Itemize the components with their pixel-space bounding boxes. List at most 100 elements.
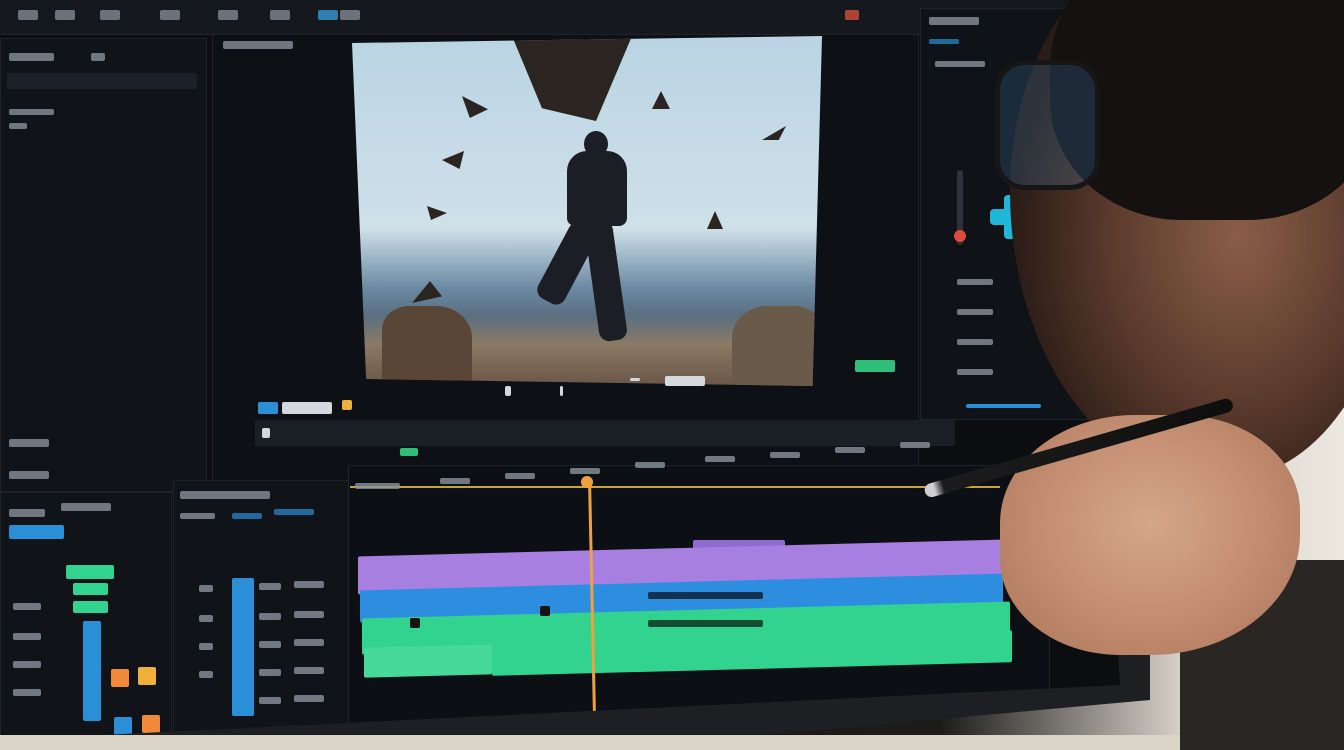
column-label: [180, 513, 215, 519]
level-bar: [73, 583, 108, 595]
tool-button[interactable]: [258, 402, 278, 414]
list-item[interactable]: [9, 123, 27, 129]
track-headers-panel: [173, 480, 350, 750]
debris: [652, 91, 670, 109]
foreground-rock: [732, 306, 822, 386]
track-number: [199, 615, 213, 622]
playhead-handle[interactable]: [581, 476, 593, 488]
menu-icon[interactable]: [340, 10, 360, 20]
tab-active[interactable]: [929, 39, 959, 44]
clip-name: [648, 620, 763, 627]
effect-name: [935, 61, 985, 67]
photo-scene: [0, 0, 1344, 750]
list-item[interactable]: [9, 439, 49, 447]
channel-label: [13, 603, 41, 610]
output-buttons[interactable]: [855, 360, 895, 372]
timecode-display: [665, 376, 705, 386]
ruler-label: [705, 456, 735, 462]
ruler-label: [355, 483, 400, 489]
ruler-label: [900, 442, 930, 448]
track-toggle[interactable]: [259, 669, 281, 676]
menu-icon[interactable]: [100, 10, 120, 20]
play-icon[interactable]: [262, 428, 270, 438]
track-controls[interactable]: [294, 611, 324, 618]
audio-clip[interactable]: [364, 644, 492, 678]
debris: [707, 211, 723, 229]
track-toggle[interactable]: [259, 641, 281, 648]
track-controls[interactable]: [294, 639, 324, 646]
track-number: [199, 643, 213, 650]
panel-icon[interactable]: [91, 53, 105, 61]
column-label: [274, 509, 314, 515]
lock-icon[interactable]: [342, 400, 352, 410]
keyframe-marker[interactable]: [410, 618, 420, 628]
track-number: [199, 671, 213, 678]
person-leg: [583, 219, 629, 343]
track-controls[interactable]: [294, 581, 324, 588]
debris: [762, 126, 786, 140]
intensity-slider[interactable]: [954, 170, 966, 245]
person-head: [584, 131, 608, 157]
audio-mixer-panel: [0, 492, 172, 750]
solo-button[interactable]: [138, 667, 156, 685]
param-label: [957, 369, 993, 375]
desk-surface: [0, 735, 1344, 750]
ruler-label: [835, 447, 865, 453]
fader[interactable]: [83, 621, 101, 721]
tool-buttons[interactable]: [282, 402, 332, 414]
slider-knob[interactable]: [954, 230, 966, 242]
ruler-label: [635, 462, 665, 468]
menu-icon[interactable]: [270, 10, 290, 20]
workspace-icon[interactable]: [318, 10, 338, 20]
person-torso: [567, 151, 627, 226]
trim-in-icon[interactable]: [505, 386, 511, 396]
clip-name: [648, 592, 763, 599]
video-preview-frame: [352, 36, 822, 386]
panel-title: [9, 509, 45, 517]
debris: [412, 281, 442, 303]
menu-icon[interactable]: [55, 10, 75, 20]
list-item[interactable]: [9, 471, 49, 479]
track-controls[interactable]: [294, 667, 324, 674]
step-icon[interactable]: [630, 378, 640, 381]
menu-icon[interactable]: [218, 10, 238, 20]
track-toggle[interactable]: [259, 583, 281, 590]
track-toggle[interactable]: [259, 697, 281, 704]
ruler-label: [770, 452, 800, 458]
panel-title: [9, 53, 54, 61]
falling-rock: [512, 36, 632, 121]
panel-title: [223, 41, 293, 49]
debris: [427, 206, 447, 220]
zoom-control[interactable]: [400, 448, 418, 456]
keyframe-marker[interactable]: [540, 606, 550, 616]
track-controls[interactable]: [294, 695, 324, 702]
track-toggle[interactable]: [259, 613, 281, 620]
record-icon[interactable]: [845, 10, 859, 20]
audio-meter: [232, 578, 254, 716]
search-input[interactable]: [7, 73, 197, 89]
menu-icon[interactable]: [160, 10, 180, 20]
debris: [462, 96, 488, 118]
ruler-label: [570, 468, 600, 474]
param-label: [957, 279, 993, 285]
marker-icon[interactable]: [560, 386, 563, 396]
param-label: [957, 339, 993, 345]
foreground-rock: [382, 306, 472, 386]
media-browser-panel: [0, 38, 207, 492]
mute-button[interactable]: [111, 669, 129, 687]
ruler-label: [440, 478, 470, 484]
mixer-tab[interactable]: [9, 525, 64, 539]
record-button[interactable]: [114, 717, 132, 735]
progress-bar: [966, 404, 1041, 408]
channel-label: [13, 689, 41, 696]
channel-label: [13, 661, 41, 668]
menu-icon[interactable]: [18, 10, 38, 20]
list-item[interactable]: [9, 109, 54, 115]
panel-title: [929, 17, 979, 25]
timeline-ruler[interactable]: [350, 486, 1000, 488]
glasses: [995, 60, 1100, 190]
mute-button[interactable]: [142, 715, 160, 733]
ruler-label: [505, 473, 535, 479]
transport-bar: [255, 420, 955, 446]
panel-title: [180, 491, 270, 499]
